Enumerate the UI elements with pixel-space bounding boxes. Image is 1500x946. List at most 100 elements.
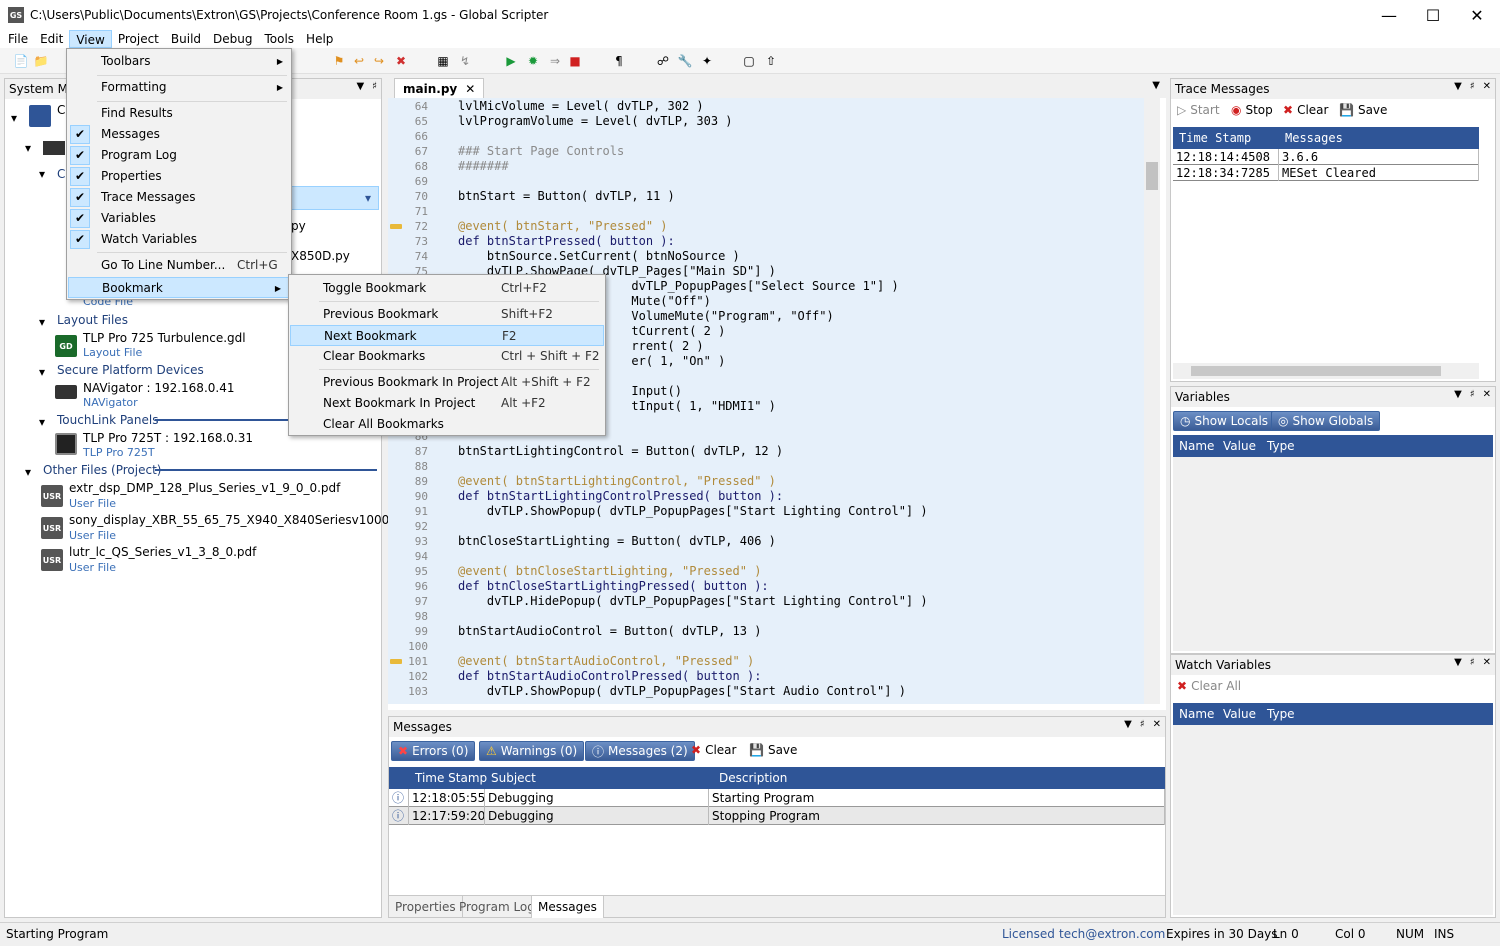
step-icon[interactable]: ⇒ — [546, 52, 564, 70]
stop-icon[interactable]: ■ — [566, 52, 584, 70]
pin-icon[interactable]: ♯ — [1470, 657, 1475, 668]
user-file-name[interactable]: extr_dsp_DMP_128_Plus_Series_v1_9_0_0.pd… — [69, 481, 340, 495]
table-row[interactable]: ⓘ 12:17:59:2015 Debugging Stopping Progr… — [389, 807, 1165, 825]
wrench-icon[interactable]: 🔧 — [676, 52, 694, 70]
maximize-button[interactable]: ☐ — [1410, 0, 1456, 30]
save-messages-button[interactable]: 💾 Save — [749, 743, 797, 757]
code-line[interactable]: 72 @event( btnStart, "Pressed" ) — [388, 219, 1148, 234]
expand-icon[interactable]: ▾ — [11, 111, 17, 125]
expand-icon[interactable]: ▾ — [39, 167, 45, 181]
code-line[interactable]: 94 — [388, 549, 1148, 564]
menu-item-go-to-line[interactable]: Go To Line Number... Ctrl+G — [67, 255, 291, 276]
editor-scrollbar[interactable] — [1144, 98, 1160, 704]
scrollbar-thumb[interactable] — [1146, 162, 1158, 190]
menu-item-toggle-bookmark[interactable]: Toggle Bookmark Ctrl+F2 — [289, 278, 605, 299]
tab-properties[interactable]: Properties — [389, 896, 463, 918]
scrollbar-thumb[interactable] — [1191, 366, 1441, 376]
user-file-name[interactable]: lutr_lc_QS_Series_v1_3_8_0.pdf — [69, 545, 256, 559]
menu-debug[interactable]: Debug — [207, 30, 258, 48]
filter-icon[interactable]: ▾ — [365, 191, 371, 205]
license-status[interactable]: Licensed — [1002, 927, 1055, 941]
dropdown-icon[interactable]: ▼ — [1454, 81, 1462, 92]
secure-platform-group[interactable]: Secure Platform Devices — [57, 363, 204, 377]
menu-item-toolbars[interactable]: Toolbars ▶ — [67, 51, 291, 72]
code-line[interactable]: 92 — [388, 519, 1148, 534]
col-subject[interactable]: Subject — [491, 771, 536, 785]
menu-build[interactable]: Build — [165, 30, 207, 48]
code-line[interactable]: 88 — [388, 459, 1148, 474]
code-line[interactable]: 64 lvlMicVolume = Level( dvTLP, 302 ) — [388, 99, 1148, 114]
col-value[interactable]: Value — [1223, 707, 1256, 721]
close-window-button[interactable]: ✕ — [1454, 0, 1500, 30]
pin-icon[interactable]: ♯ — [1470, 81, 1475, 92]
expand-icon[interactable]: ▾ — [39, 415, 45, 429]
col-name[interactable]: Name — [1179, 707, 1214, 721]
menu-project[interactable]: Project — [112, 30, 165, 48]
prev-bookmark-icon[interactable]: ↩ — [350, 52, 368, 70]
close-icon[interactable]: ✕ — [1483, 657, 1491, 668]
col-time-stamp[interactable]: Time Stamp — [1179, 131, 1251, 145]
col-time-stamp[interactable]: Time Stamp — [415, 771, 487, 785]
col-type[interactable]: Type — [1267, 439, 1295, 453]
code-line[interactable]: 67 ### Start Page Controls — [388, 144, 1148, 159]
menu-item-formatting[interactable]: Formatting ▶ — [67, 77, 291, 98]
minimize-button[interactable]: — — [1366, 0, 1412, 30]
code-line[interactable]: 95 @event( btnCloseStartLighting, "Presse… — [388, 564, 1148, 579]
close-icon[interactable]: ✕ — [1153, 719, 1161, 730]
close-icon[interactable]: ✕ — [1483, 389, 1491, 400]
menu-item-find-results[interactable]: Find Results — [67, 103, 291, 124]
code-line[interactable]: 97 dvTLP.HidePopup( dvTLP_PopupPages["St… — [388, 594, 1148, 609]
code-file-name[interactable]: py — [291, 219, 306, 233]
network-icon[interactable]: ☍ — [654, 52, 672, 70]
dropdown-icon[interactable]: ▼ — [1454, 389, 1462, 400]
show-locals-button[interactable]: ◷ Show Locals — [1173, 411, 1276, 431]
clear-all-watch-button[interactable]: ✖ Clear All — [1177, 679, 1241, 693]
tab-main-py[interactable]: main.py ✕ — [394, 78, 485, 98]
touch-panel-name[interactable]: TLP Pro 725T : 192.168.0.31 — [83, 431, 253, 445]
table-row[interactable]: ⓘ 12:18:05:5583 Debugging Starting Progr… — [389, 789, 1165, 807]
debug-icon[interactable]: ✹ — [524, 52, 542, 70]
code-line[interactable]: 70 btnStart = Button( dvTLP, 11 ) — [388, 189, 1148, 204]
menu-edit[interactable]: Edit — [34, 30, 69, 48]
layout-file-name[interactable]: TLP Pro 725 Turbulence.gdl — [83, 331, 246, 345]
tools-icon[interactable]: ✦ — [698, 52, 716, 70]
errors-filter-button[interactable]: ✖ Errors (0) — [391, 741, 476, 761]
menu-item-bookmark[interactable]: Bookmark ▶ — [68, 277, 290, 298]
code-line[interactable]: 66 — [388, 129, 1148, 144]
expand-icon[interactable]: ▾ — [25, 465, 31, 479]
code-line[interactable]: 90 def btnStartLightingControlPressed( bu… — [388, 489, 1148, 504]
dropdown-icon[interactable]: ▼ — [1454, 657, 1462, 668]
menu-file[interactable]: File — [2, 30, 34, 48]
code-line[interactable]: 99 btnStartAudioControl = Button( dvTLP, … — [388, 624, 1148, 639]
code-line[interactable]: 96 def btnCloseStartLightingPressed( butt… — [388, 579, 1148, 594]
code-line[interactable]: 73 def btnStartPressed( button ): — [388, 234, 1148, 249]
code-line[interactable]: 93 btnCloseStartLighting = Button( dvTLP,… — [388, 534, 1148, 549]
upload-icon[interactable]: ⇧ — [762, 52, 780, 70]
tab-program-log[interactable]: Program Log — [453, 896, 542, 918]
other-files-group[interactable]: Other Files (Project) — [43, 463, 161, 477]
show-globals-button[interactable]: ◎ Show Globals — [1271, 411, 1381, 431]
clear-bookmarks-icon[interactable]: ✖ — [392, 52, 410, 70]
code-line[interactable]: 69 — [388, 174, 1148, 189]
code-line[interactable]: 71 — [388, 204, 1148, 219]
expand-icon[interactable]: ▾ — [25, 141, 31, 155]
menu-item-messages[interactable]: ✔ Messages — [67, 124, 291, 145]
col-messages[interactable]: Messages — [1285, 131, 1343, 145]
trace-save-button[interactable]: 💾 Save — [1339, 103, 1387, 117]
table-row[interactable]: 12:18:34:7285 MESet Cleared — [1173, 165, 1479, 181]
dropdown-icon[interactable]: ▼ — [1124, 719, 1132, 730]
code-line[interactable]: 103 dvTLP.ShowPopup( dvTLP_PopupPages["S… — [388, 684, 1148, 699]
dropdown-icon[interactable]: ▼ — [356, 81, 364, 92]
run-icon[interactable]: ▶ — [502, 52, 520, 70]
deploy-icon[interactable]: ↯ — [456, 52, 474, 70]
menu-help[interactable]: Help — [300, 30, 339, 48]
col-description[interactable]: Description — [719, 771, 787, 785]
open-folder-icon[interactable]: 📁 — [32, 52, 50, 70]
code-line[interactable]: 89 @event( btnStartLightingControl, "Pres… — [388, 474, 1148, 489]
menu-item-clear-bookmarks[interactable]: Clear Bookmarks Ctrl + Shift + F2 — [289, 346, 605, 367]
paragraph-icon[interactable]: ¶ — [610, 52, 628, 70]
trace-stop-button[interactable]: ◉ Stop — [1231, 103, 1273, 117]
code-line[interactable]: 101 @event( btnStartAudioControl, "Presse… — [388, 654, 1148, 669]
code-line[interactable]: 68 ####### — [388, 159, 1148, 174]
bookmark-icon[interactable]: ⚑ — [330, 52, 348, 70]
